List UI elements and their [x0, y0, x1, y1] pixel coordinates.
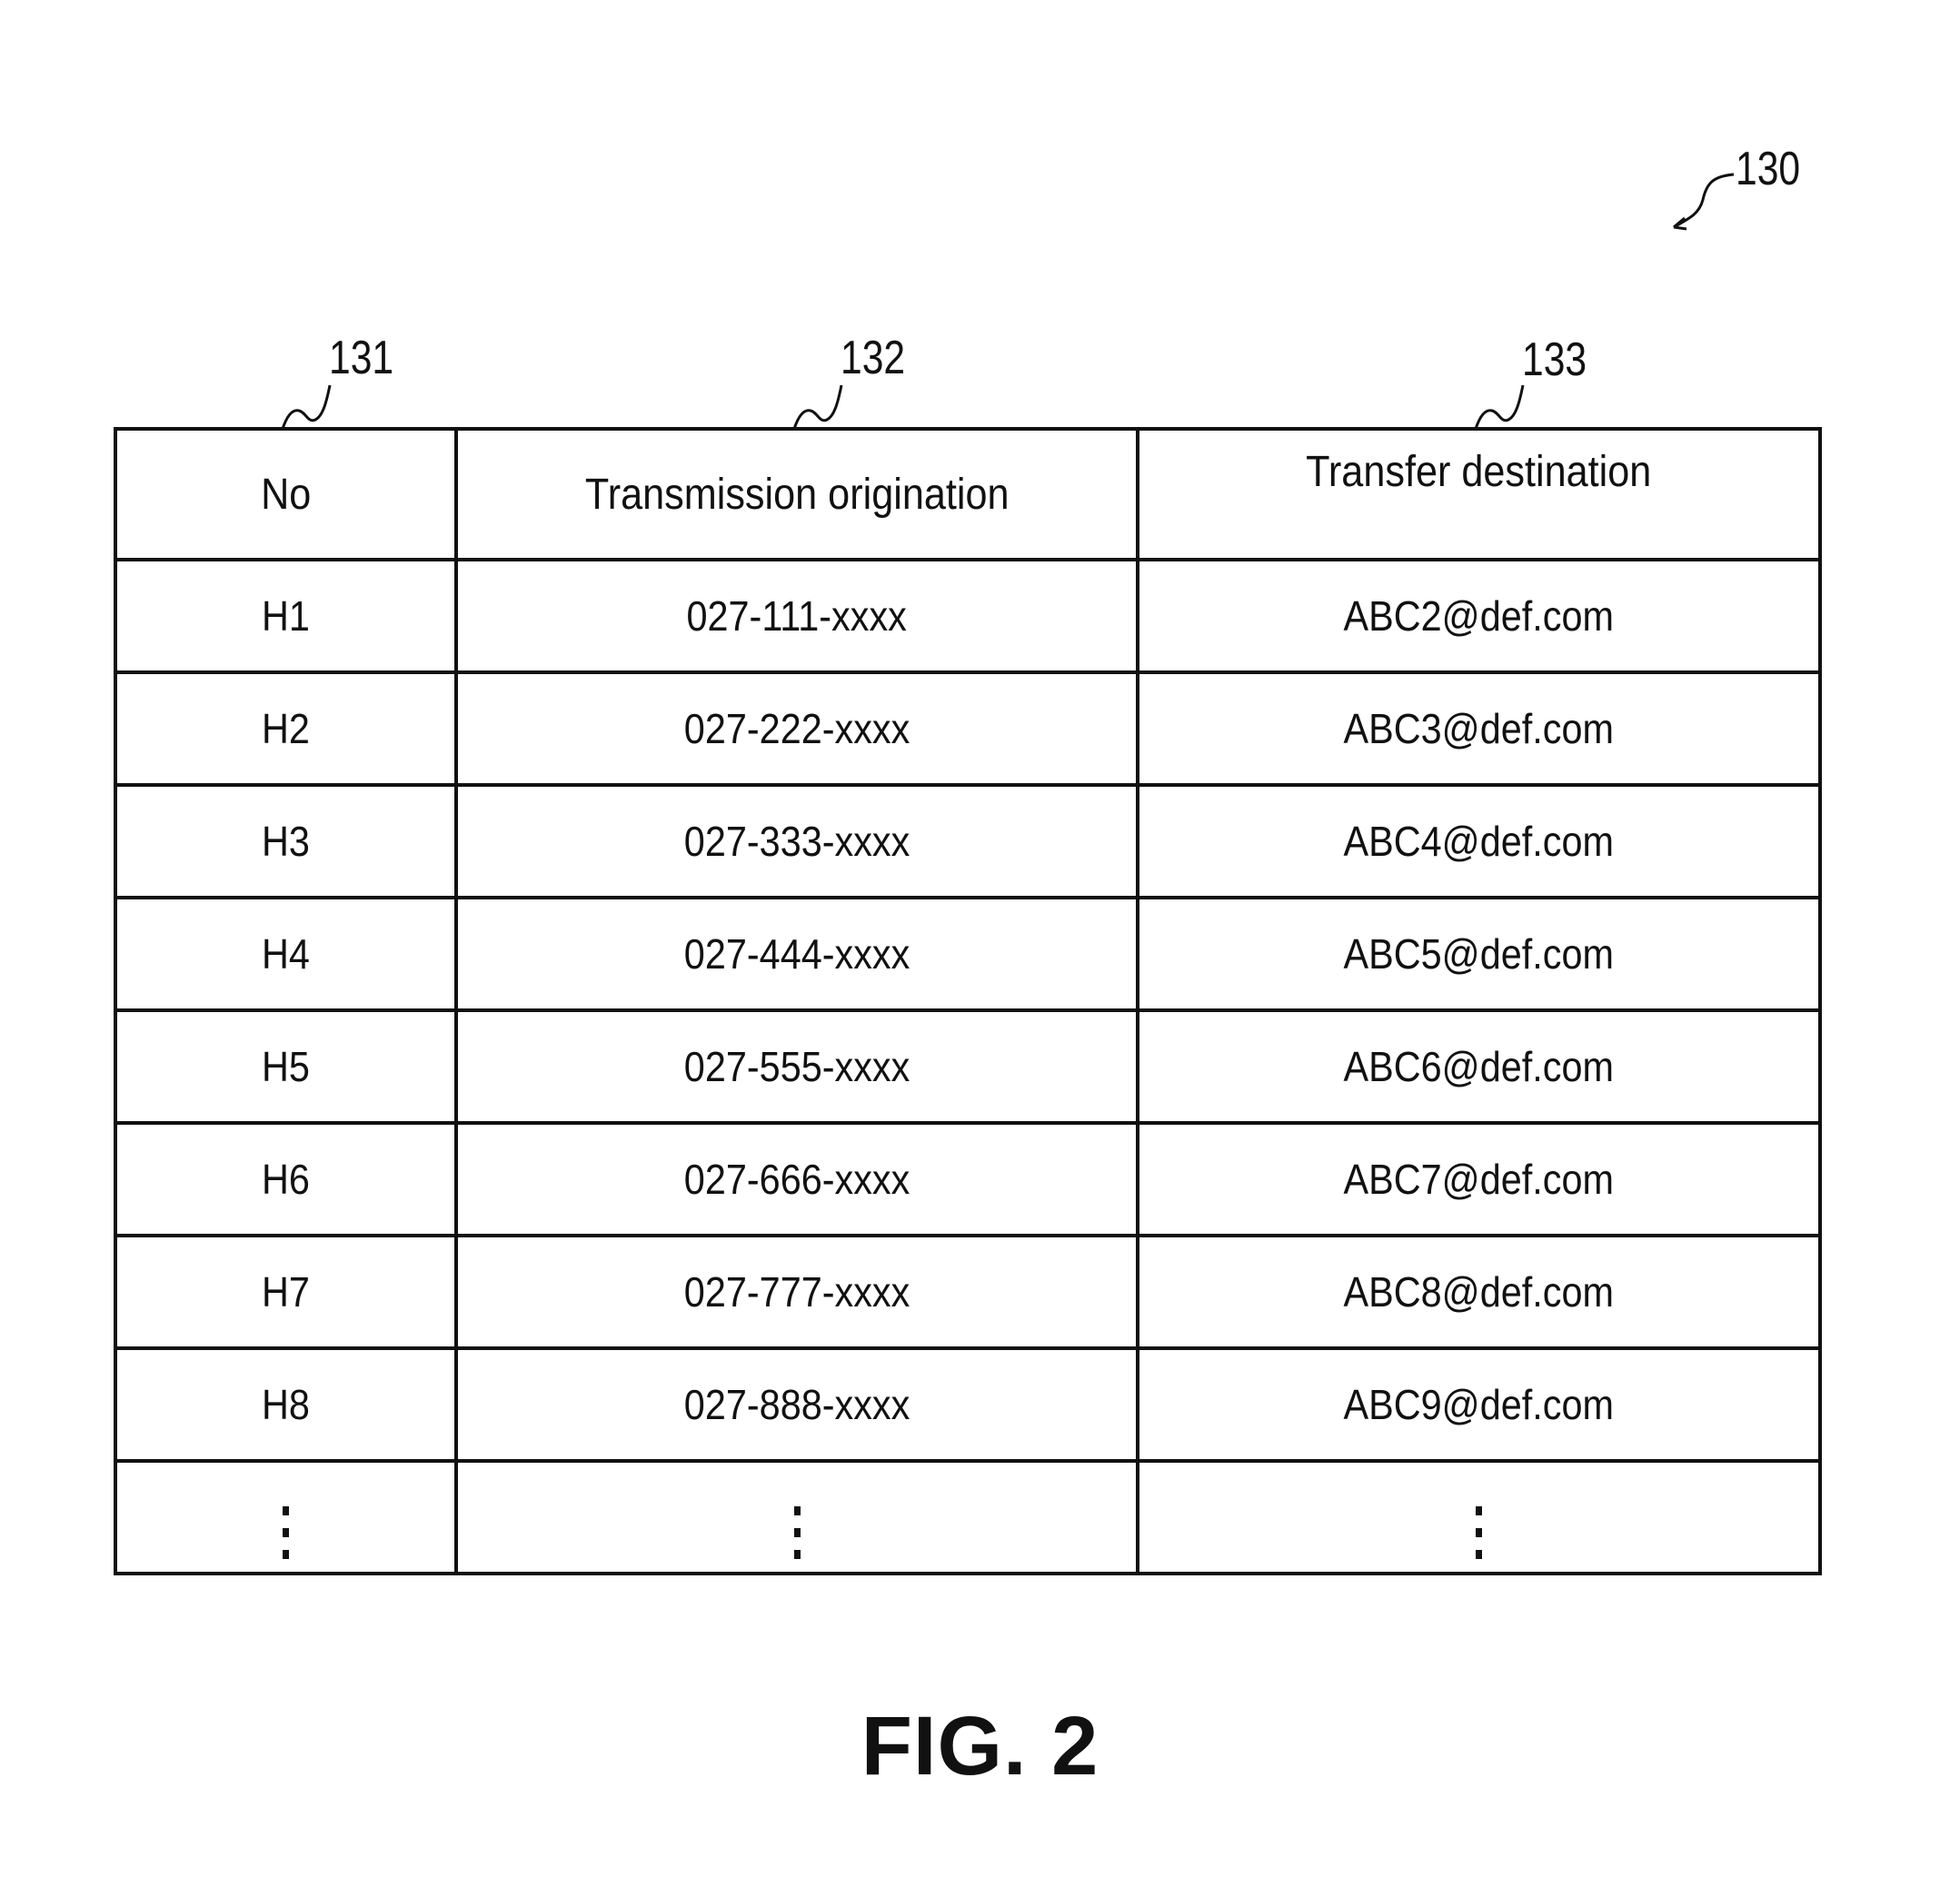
- cell-origination: 027-333-xxxx: [454, 783, 1139, 899]
- header-origination-label: Transmission origination: [584, 470, 1010, 519]
- cell-origination-text: 027-444-xxxx: [683, 930, 910, 978]
- cell-destination-text: ABC9@def.com: [1343, 1381, 1615, 1428]
- cell-no: H2: [114, 670, 458, 787]
- table-header-row: No Transmission origination Transfer des…: [114, 427, 1822, 561]
- vertical-ellipsis-icon: [1476, 1505, 1482, 1559]
- cell-no-text: H7: [262, 1268, 310, 1316]
- cell-no-text: H4: [262, 930, 310, 978]
- table-row: H8 027-888-xxxx ABC9@def.com: [114, 1346, 1822, 1463]
- table-row-continuation: [114, 1459, 1822, 1575]
- table-row: H7 027-777-xxxx ABC8@def.com: [114, 1234, 1822, 1350]
- cell-no: H5: [114, 1008, 458, 1125]
- cell-origination-text: 027-222-xxxx: [683, 705, 910, 752]
- cell-destination: ABC9@def.com: [1136, 1346, 1822, 1463]
- table-row: H1 027-111-xxxx ABC2@def.com: [114, 558, 1822, 674]
- cell-destination: ABC5@def.com: [1136, 896, 1822, 1012]
- ref-numeral-133: 133: [1522, 333, 1587, 386]
- table-row: H4 027-444-xxxx ABC5@def.com: [114, 896, 1822, 1012]
- cell-destination: ABC7@def.com: [1136, 1121, 1822, 1237]
- table-row: H2 027-222-xxxx ABC3@def.com: [114, 670, 1822, 787]
- cell-ellipsis: [454, 1459, 1139, 1575]
- cell-origination-text: 027-666-xxxx: [683, 1156, 910, 1203]
- cell-destination-text: ABC8@def.com: [1343, 1268, 1615, 1316]
- header-transfer-destination: Transfer destination: [1136, 427, 1822, 561]
- cell-destination: ABC2@def.com: [1136, 558, 1822, 674]
- cell-no-text: H2: [262, 705, 310, 752]
- cell-no: H7: [114, 1234, 458, 1350]
- cell-no-text: H5: [262, 1043, 310, 1090]
- header-no: No: [114, 427, 458, 561]
- cell-no-text: H1: [262, 592, 310, 640]
- figure-caption: FIG. 2: [861, 1700, 1099, 1793]
- cell-origination: 027-444-xxxx: [454, 896, 1139, 1012]
- cell-destination: ABC4@def.com: [1136, 783, 1822, 899]
- cell-destination-text: ABC2@def.com: [1343, 592, 1615, 640]
- cell-origination: 027-222-xxxx: [454, 670, 1139, 787]
- squiggle-leader-133: [1474, 384, 1525, 430]
- squiggle-leader-131: [281, 384, 332, 430]
- cell-destination-text: ABC5@def.com: [1343, 930, 1615, 978]
- cell-ellipsis: [114, 1459, 458, 1575]
- cell-origination-text: 027-333-xxxx: [683, 818, 910, 865]
- vertical-ellipsis-icon: [793, 1505, 801, 1559]
- header-transmission-origination: Transmission origination: [454, 427, 1139, 561]
- cell-no-text: H8: [262, 1381, 310, 1428]
- ref-numeral-131: 131: [329, 332, 394, 384]
- header-no-label: No: [260, 470, 312, 519]
- cell-origination: 027-777-xxxx: [454, 1234, 1139, 1350]
- cell-destination-text: ABC3@def.com: [1343, 705, 1615, 752]
- cell-destination: ABC8@def.com: [1136, 1234, 1822, 1350]
- cell-no: H8: [114, 1346, 458, 1463]
- cell-no-text: H3: [262, 818, 310, 865]
- cell-destination-text: ABC4@def.com: [1343, 818, 1615, 865]
- cell-origination: 027-111-xxxx: [454, 558, 1139, 674]
- table-row: H3 027-333-xxxx ABC4@def.com: [114, 783, 1822, 899]
- ref-numeral-130: 130: [1736, 143, 1801, 195]
- cell-no: H1: [114, 558, 458, 674]
- cell-origination: 027-555-xxxx: [454, 1008, 1139, 1125]
- cell-no: H3: [114, 783, 458, 899]
- curved-arrow-icon: [1673, 173, 1735, 231]
- cell-origination-text: 027-111-xxxx: [686, 592, 908, 640]
- squiggle-leader-132: [792, 384, 843, 430]
- table-row: H5 027-555-xxxx ABC6@def.com: [114, 1008, 1822, 1125]
- cell-destination: ABC3@def.com: [1136, 670, 1822, 787]
- cell-origination-text: 027-888-xxxx: [683, 1381, 910, 1428]
- cell-destination-text: ABC6@def.com: [1343, 1043, 1615, 1090]
- vertical-ellipsis-icon: [283, 1505, 289, 1559]
- cell-ellipsis: [1136, 1459, 1822, 1575]
- cell-origination: 027-666-xxxx: [454, 1121, 1139, 1237]
- ref-numeral-132: 132: [841, 332, 906, 384]
- cell-no: H6: [114, 1121, 458, 1237]
- cell-destination-text: ABC7@def.com: [1343, 1156, 1615, 1203]
- header-destination-label: Transfer destination: [1306, 448, 1652, 496]
- transfer-table: No Transmission origination Transfer des…: [114, 427, 1822, 1575]
- cell-origination: 027-888-xxxx: [454, 1346, 1139, 1463]
- cell-origination-text: 027-777-xxxx: [683, 1268, 910, 1316]
- cell-destination: ABC6@def.com: [1136, 1008, 1822, 1125]
- cell-no-text: H6: [262, 1156, 310, 1203]
- table-row: H6 027-666-xxxx ABC7@def.com: [114, 1121, 1822, 1237]
- cell-no: H4: [114, 896, 458, 1012]
- cell-origination-text: 027-555-xxxx: [683, 1043, 910, 1090]
